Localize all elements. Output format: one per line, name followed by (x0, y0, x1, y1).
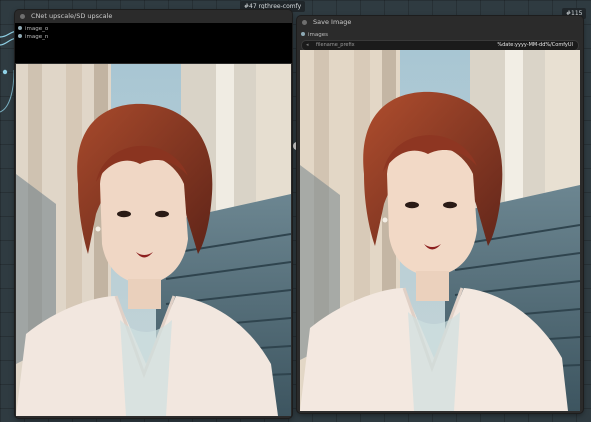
save-image-node[interactable]: Save Image images ◂ filename_prefix %dat… (297, 16, 583, 413)
input-slot-label: image_o (25, 26, 49, 32)
upscale-node[interactable]: CNet upscale/SD upscale image_o image_n (15, 10, 292, 418)
save-image-node-header[interactable]: Save Image (297, 16, 583, 29)
input-slot-images[interactable]: images (301, 31, 328, 39)
input-dot-icon (18, 33, 22, 38)
upscale-node-title: CNet upscale/SD upscale (31, 12, 113, 20)
input-dot-icon (301, 31, 305, 36)
node-collapse-dot[interactable] (20, 14, 25, 19)
node-collapse-dot[interactable] (302, 20, 307, 25)
input-slot-image-o[interactable]: image_o (18, 25, 48, 33)
upscale-preview-image (16, 64, 291, 416)
portrait-photo (300, 50, 580, 411)
input-dot-icon (18, 25, 22, 30)
node-inputs-area (15, 23, 292, 63)
upscale-node-header[interactable]: CNet upscale/SD upscale (15, 10, 292, 23)
input-slot-label: image_n (25, 34, 49, 40)
portrait-photo (16, 64, 291, 416)
save-image-node-title: Save Image (313, 18, 352, 26)
input-slot-image-n[interactable]: image_n (18, 33, 48, 41)
widget-left-arrow-icon: ◂ (306, 42, 309, 48)
input-slot-label: images (308, 32, 328, 38)
filename-prefix-value[interactable]: %date:yyyy-MM-dd%/ComfyUI (497, 41, 573, 50)
saved-image-preview (300, 50, 580, 411)
filename-prefix-label: filename_prefix (316, 42, 355, 48)
